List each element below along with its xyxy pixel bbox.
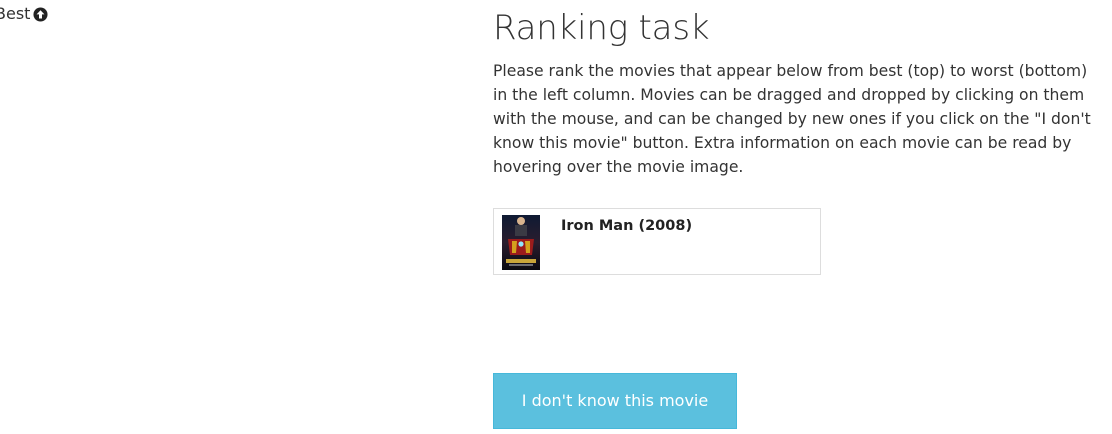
dont-know-movie-button[interactable]: I don't know this movie [493,373,737,429]
ranking-page: Best Ranking task Please rank the movies… [0,0,1112,434]
best-column-header: Best [0,4,48,24]
instructions-text: Please rank the movies that appear below… [493,62,1091,176]
arrow-circle-up-icon [33,6,48,22]
movie-poster-image[interactable] [502,215,540,270]
best-label: Best [0,4,31,23]
movie-card[interactable]: Iron Man (2008) [493,208,821,275]
page-title: Ranking task [493,8,710,48]
movie-title: Iron Man (2008) [561,218,693,234]
